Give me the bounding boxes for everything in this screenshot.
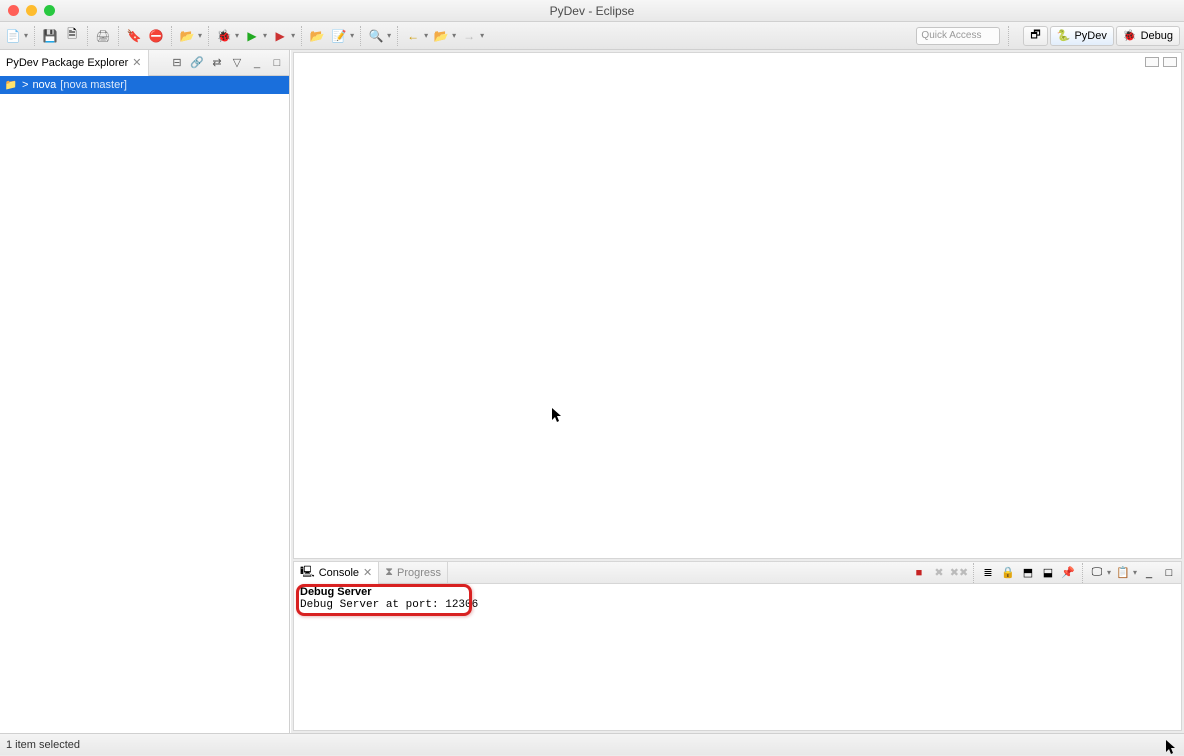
tab-progress-label: Progress [397, 567, 441, 579]
console-header: Debug Server [294, 584, 1181, 598]
editor-maximize-button[interactable] [1163, 57, 1177, 67]
open-folder-button[interactable]: 📂 [178, 27, 196, 45]
perspective-debug[interactable]: 🐞 Debug [1116, 26, 1180, 46]
console-output[interactable]: Debug Server at port: 12306 [294, 598, 1181, 612]
nav-history-button[interactable]: 📂 [432, 27, 450, 45]
tree-item-decoration: [nova master] [60, 79, 127, 91]
pin-console-button[interactable]: 📌 [1060, 565, 1076, 581]
scroll-lock-button[interactable]: 🔒 [1000, 565, 1016, 581]
quick-access-input[interactable]: Quick Access [916, 27, 1000, 45]
perspective-pydev[interactable]: 🐍 PyDev [1050, 26, 1114, 46]
open-console-button[interactable]: 📋 [1115, 565, 1131, 581]
new-project-button[interactable]: 📂 [308, 27, 326, 45]
nav-forward-button[interactable]: → [460, 27, 478, 45]
main-area: PyDev Package Explorer ✕ ⊟ 🔗 ⇄ ▽ _ □ 📁 >… [0, 50, 1184, 733]
main-toolbar: 📄▾ 💾 🗎 🖨 🔖 ⛔ 📂▾ 🐞▾ ▶▾ ▶▾ 📂 📝▾ 🔍▾ ←▾ 📂▾ →… [0, 22, 1184, 50]
bottom-tabbar: 🖳 Console ✕ ⧗ Progress ■ ✖ ✖✖ ≣ 🔒 ⬒ ⬓ [294, 562, 1181, 584]
terminate-button[interactable]: ■ [911, 565, 927, 581]
new-button[interactable]: 📄 [4, 27, 22, 45]
window-title: PyDev - Eclipse [0, 4, 1184, 18]
run-button[interactable]: ▶ [243, 27, 261, 45]
debug-button[interactable]: 🐞 [215, 27, 233, 45]
skip-breakpoints-button[interactable]: ⛔ [147, 27, 165, 45]
package-tree[interactable]: 📁 > nova [nova master] [0, 76, 289, 733]
display-selected-button[interactable]: 🖵 [1089, 565, 1105, 581]
new-module-button[interactable]: 📝 [330, 27, 348, 45]
package-explorer-view: PyDev Package Explorer ✕ ⊟ 🔗 ⇄ ▽ _ □ 📁 >… [0, 50, 290, 733]
tree-item-nova[interactable]: 📁 > nova [nova master] [0, 76, 289, 94]
status-bar: 1 item selected [0, 733, 1184, 755]
open-perspective-button[interactable]: 🗗 [1023, 26, 1047, 46]
nav-back-button[interactable]: ← [404, 27, 422, 45]
console-icon: 🖳 [300, 563, 315, 582]
collapse-all-button[interactable]: ⊟ [169, 55, 185, 71]
status-text: 1 item selected [6, 739, 80, 751]
maximize-view-button[interactable]: □ [269, 55, 285, 71]
filter-button[interactable]: ⇄ [209, 55, 225, 71]
close-window-button[interactable] [8, 5, 19, 16]
minimize-window-button[interactable] [26, 5, 37, 16]
progress-icon: ⧗ [385, 566, 393, 579]
link-editor-button[interactable]: 🔗 [189, 55, 205, 71]
close-view-icon[interactable]: ✕ [132, 56, 141, 69]
minimize-view-button[interactable]: _ [249, 55, 265, 71]
project-icon: 📁 [4, 79, 18, 91]
tab-progress[interactable]: ⧗ Progress [379, 562, 448, 584]
tab-console-label: Console [319, 567, 359, 579]
titlebar: PyDev - Eclipse [0, 0, 1184, 22]
bottom-panel: 🖳 Console ✕ ⧗ Progress ■ ✖ ✖✖ ≣ 🔒 ⬒ ⬓ [293, 561, 1182, 731]
view-menu-button[interactable]: ▽ [229, 55, 245, 71]
breakpoint-button[interactable]: 🔖 [125, 27, 143, 45]
print-button[interactable]: 🖨 [94, 27, 112, 45]
clear-console-button[interactable]: ≣ [980, 565, 996, 581]
tree-item-name: nova [32, 79, 56, 91]
tab-console[interactable]: 🖳 Console ✕ [294, 562, 379, 584]
zoom-window-button[interactable] [44, 5, 55, 16]
package-explorer-label: PyDev Package Explorer [6, 57, 128, 69]
save-button[interactable]: 💾 [41, 27, 59, 45]
editor-minimize-button[interactable] [1145, 57, 1159, 67]
show-stdout-button[interactable]: ⬒ [1020, 565, 1036, 581]
show-stderr-button[interactable]: ⬓ [1040, 565, 1056, 581]
close-console-icon[interactable]: ✕ [363, 566, 372, 579]
run-last-button[interactable]: ▶ [271, 27, 289, 45]
search-button[interactable]: 🔍 [367, 27, 385, 45]
console-minimize-button[interactable]: _ [1141, 565, 1157, 581]
remove-launch-button[interactable]: ✖ [931, 565, 947, 581]
editor-and-console-area: 🖳 Console ✕ ⧗ Progress ■ ✖ ✖✖ ≣ 🔒 ⬒ ⬓ [290, 50, 1184, 733]
save-all-button[interactable]: 🗎 [63, 27, 81, 45]
editor-area[interactable] [293, 52, 1182, 559]
remove-all-button[interactable]: ✖✖ [951, 565, 967, 581]
tree-item-prefix: > [22, 79, 28, 91]
console-maximize-button[interactable]: □ [1161, 565, 1177, 581]
package-explorer-tab[interactable]: PyDev Package Explorer ✕ [0, 50, 149, 76]
